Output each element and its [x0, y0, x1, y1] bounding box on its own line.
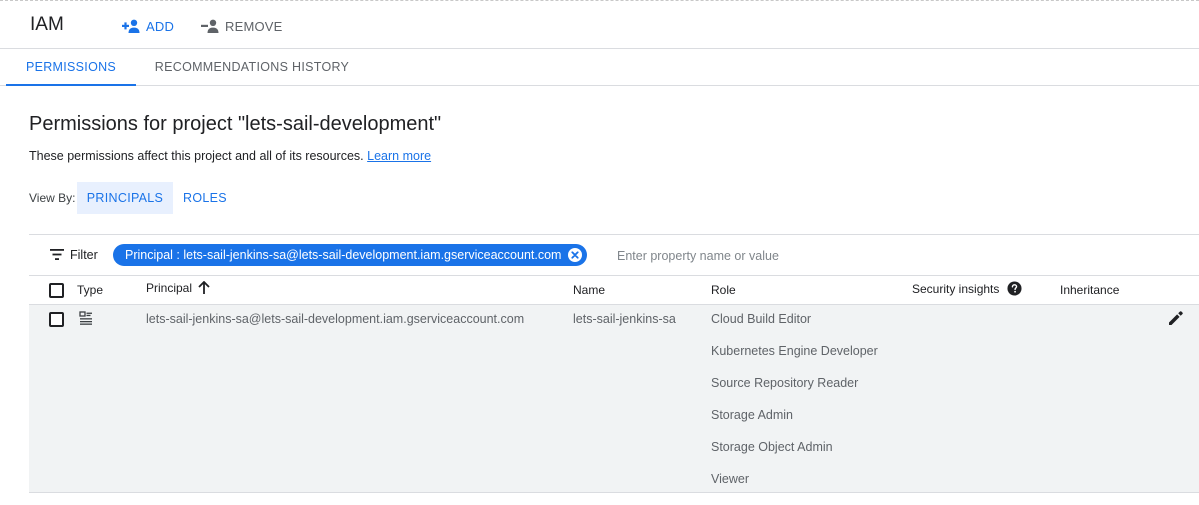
add-button-label: ADD: [146, 18, 175, 34]
learn-more-link[interactable]: Learn more: [367, 149, 431, 163]
view-by-principals-button[interactable]: PRINCIPALS: [77, 182, 173, 214]
chip-close-icon[interactable]: [567, 247, 583, 263]
principal-email: lets-sail-jenkins-sa@lets-sail-developme…: [146, 312, 525, 326]
column-header-principal-label: Principal: [146, 281, 193, 295]
top-bar: IAM ADD REMOVE: [0, 0, 1199, 49]
iam-page: IAM ADD REMOVE PERMISSIONS RECOMMENDATIO…: [0, 0, 1199, 505]
filter-bar: Filter Principal : lets-sail-jenkins-sa@…: [29, 234, 1199, 276]
edit-pencil-icon[interactable]: [1168, 310, 1184, 326]
view-by-label: View By:: [29, 191, 76, 205]
filter-chip-label: Principal : lets-sail-jenkins-sa@lets-sa…: [125, 248, 562, 262]
role-item: Viewer: [711, 472, 749, 486]
column-header-type[interactable]: Type: [77, 283, 103, 297]
role-item: Storage Object Admin: [711, 440, 833, 454]
table-row: lets-sail-jenkins-sa@lets-sail-developme…: [29, 305, 1199, 493]
role-item: Kubernetes Engine Developer: [711, 344, 878, 358]
remove-person-icon: [201, 19, 219, 33]
select-all-checkbox[interactable]: [49, 283, 64, 298]
role-item: Storage Admin: [711, 408, 793, 422]
subtitle-text: These permissions affect this project an…: [29, 149, 364, 163]
column-header-security-insights[interactable]: Security insights: [912, 281, 1022, 296]
column-header-role[interactable]: Role: [711, 283, 736, 297]
sort-ascending-arrow-icon: [198, 281, 210, 294]
row-checkbox[interactable]: [49, 312, 64, 327]
role-item: Cloud Build Editor: [711, 312, 812, 326]
app-title: IAM: [30, 14, 64, 35]
help-icon[interactable]: [1007, 281, 1022, 296]
add-person-icon: [122, 19, 140, 33]
column-header-principal[interactable]: Principal: [146, 281, 210, 295]
filter-icon[interactable]: [50, 249, 64, 260]
filter-chip[interactable]: Principal : lets-sail-jenkins-sa@lets-sa…: [113, 244, 588, 266]
column-header-security-insights-label: Security insights: [912, 281, 1000, 296]
tab-recommendations-history[interactable]: RECOMMENDATIONS HISTORY: [152, 49, 352, 85]
filter-label[interactable]: Filter: [70, 248, 98, 262]
filter-input[interactable]: [617, 245, 1117, 267]
tab-permissions[interactable]: PERMISSIONS: [6, 49, 136, 86]
page-subtitle: These permissions affect this project an…: [29, 149, 431, 163]
view-by-roles-button[interactable]: ROLES: [178, 182, 232, 214]
role-item: Source Repository Reader: [711, 376, 859, 390]
column-header-inheritance[interactable]: Inheritance: [1060, 283, 1119, 297]
service-account-icon: [79, 311, 92, 325]
column-header-name[interactable]: Name: [573, 283, 605, 297]
principal-name: lets-sail-jenkins-sa: [573, 312, 676, 326]
remove-button-label: REMOVE: [225, 18, 283, 34]
add-button[interactable]: ADD: [122, 16, 174, 36]
page-title: Permissions for project "lets-sail-devel…: [29, 113, 442, 135]
remove-button[interactable]: REMOVE: [201, 16, 283, 36]
tab-bar: PERMISSIONS RECOMMENDATIONS HISTORY: [0, 49, 1199, 86]
table-header: Type Principal Name Role Security insigh…: [29, 276, 1199, 305]
